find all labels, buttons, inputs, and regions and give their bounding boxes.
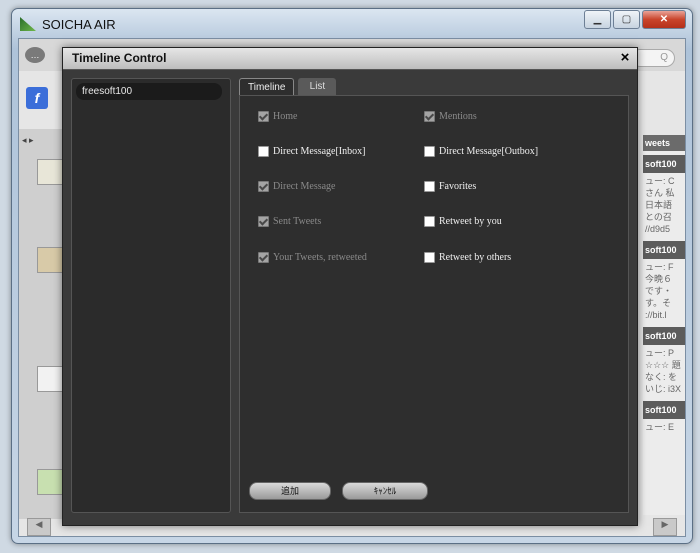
option-label: Direct Message[Inbox] bbox=[273, 146, 366, 157]
scroll-right-button[interactable]: ▶ bbox=[653, 518, 677, 536]
option-dm-outbox[interactable]: Direct Message[Outbox] bbox=[424, 146, 538, 157]
home-checkbox bbox=[258, 111, 269, 122]
dialog-titlebar: Timeline Control × bbox=[63, 48, 637, 70]
tweet-author[interactable]: soft100 bbox=[643, 155, 685, 173]
option-mentions: Mentions bbox=[424, 111, 477, 122]
option-label: Sent Tweets bbox=[273, 216, 322, 227]
option-your-tweets-retweeted: Your Tweets, retweeted bbox=[258, 252, 367, 263]
tab-timeline[interactable]: Timeline bbox=[239, 78, 295, 96]
maximize-button[interactable]: ▢ bbox=[613, 10, 640, 29]
window-titlebar: SOICHA AIR bbox=[20, 13, 116, 35]
tweet-text: ュー: C さん 私 日本語 との召 //d9d5 bbox=[645, 176, 675, 234]
tweet-text: ュー: P ☆☆☆ 題なく: をいじ: i3X bbox=[645, 348, 682, 394]
option-retweet-by-you[interactable]: Retweet by you bbox=[424, 216, 502, 227]
option-label: Mentions bbox=[439, 111, 477, 122]
retweet-by-you-checkbox[interactable] bbox=[424, 216, 435, 227]
tweet-author[interactable]: soft100 bbox=[643, 327, 685, 345]
tab-list[interactable]: List bbox=[298, 78, 337, 95]
avatar bbox=[37, 247, 63, 273]
tab-bar: Timeline List bbox=[239, 78, 337, 96]
option-label: Favorites bbox=[439, 181, 477, 192]
background-right-column: weets soft100 ュー: C さん 私 日本語 との召 //d9d5 … bbox=[643, 135, 685, 515]
option-sent-tweets: Sent Tweets bbox=[258, 216, 321, 227]
add-button[interactable]: 追加 bbox=[249, 482, 331, 500]
avatar bbox=[37, 469, 63, 495]
option-direct-message: Direct Message bbox=[258, 181, 335, 192]
timeline-options-panel: Home Mentions Direct Message[Inbox] Dire… bbox=[239, 95, 629, 513]
favorites-checkbox[interactable] bbox=[424, 181, 435, 192]
dialog-title: Timeline Control bbox=[72, 51, 167, 65]
sent-tweets-checkbox bbox=[258, 216, 269, 227]
retweet-by-others-checkbox[interactable] bbox=[424, 252, 435, 263]
column-header: weets bbox=[643, 135, 685, 151]
option-label: Direct Message[Outbox] bbox=[439, 146, 539, 157]
tweet-author[interactable]: soft100 bbox=[643, 401, 685, 419]
direct-message-checkbox bbox=[258, 181, 269, 192]
option-retweet-by-others[interactable]: Retweet by others bbox=[424, 252, 511, 263]
window-controls: ▁ ▢ ✕ bbox=[584, 10, 686, 29]
option-label: Retweet by you bbox=[439, 216, 502, 227]
avatar bbox=[37, 366, 63, 392]
dm-outbox-checkbox[interactable] bbox=[424, 146, 435, 157]
option-label: Home bbox=[273, 111, 298, 122]
tweet-text: ュー: E bbox=[645, 422, 675, 432]
dialog-close-icon[interactable]: × bbox=[617, 50, 633, 66]
scroll-left-button[interactable]: ◀ bbox=[27, 518, 51, 536]
your-tweets-retweeted-checkbox bbox=[258, 252, 269, 263]
account-item[interactable]: freesoft100 bbox=[76, 83, 222, 100]
option-dm-inbox[interactable]: Direct Message[Inbox] bbox=[258, 146, 365, 157]
mentions-checkbox bbox=[424, 111, 435, 122]
column-nav-arrows[interactable]: ◂ ▸ bbox=[22, 135, 34, 146]
option-label: Direct Message bbox=[273, 181, 336, 192]
option-label: Retweet by others bbox=[439, 252, 512, 263]
facebook-icon[interactable]: f bbox=[26, 87, 48, 109]
window-title: SOICHA AIR bbox=[42, 16, 116, 32]
cancel-button[interactable]: ｷｬﾝｾﾙ bbox=[342, 482, 428, 500]
app-logo-icon bbox=[20, 17, 36, 31]
account-list: freesoft100 bbox=[71, 78, 231, 513]
option-favorites[interactable]: Favorites bbox=[424, 181, 476, 192]
option-home: Home bbox=[258, 111, 297, 122]
chat-bubble-icon[interactable]: … bbox=[25, 47, 45, 63]
tweet-author[interactable]: soft100 bbox=[643, 241, 685, 259]
option-label: Your Tweets, retweeted bbox=[273, 252, 367, 263]
avatar bbox=[37, 159, 63, 185]
dm-inbox-checkbox[interactable] bbox=[258, 146, 269, 157]
tweet-text: ュー: F 今晩６ です・ す。そ ://bit.l bbox=[645, 262, 674, 320]
close-button[interactable]: ✕ bbox=[642, 10, 686, 29]
timeline-control-dialog: Timeline Control × freesoft100 Timeline … bbox=[62, 47, 638, 526]
background-left-column bbox=[19, 129, 63, 519]
minimize-button[interactable]: ▁ bbox=[584, 10, 611, 29]
